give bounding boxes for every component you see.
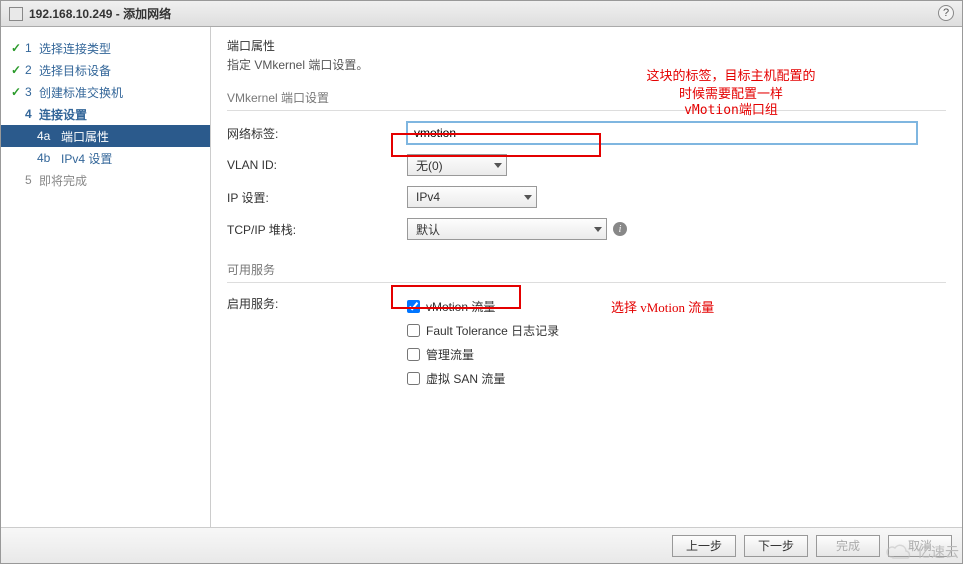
check-icon: ✓ xyxy=(11,41,25,55)
step-5: 5 即将完成 xyxy=(1,169,210,191)
chevron-down-icon xyxy=(494,163,502,168)
group-services: 可用服务 xyxy=(227,257,946,283)
substep-num: 4b xyxy=(37,151,61,165)
titlebar: 192.168.10.249 - 添加网络 ? xyxy=(1,1,962,27)
step-4[interactable]: 4 连接设置 xyxy=(1,103,210,125)
label-enable-services: 启用服务: xyxy=(227,295,407,312)
service-vsan: 虚拟 SAN 流量 xyxy=(407,367,559,389)
footer: 上一步 下一步 完成 取消 xyxy=(1,527,962,563)
step-label: 即将完成 xyxy=(39,172,87,189)
wizard-sidebar: ✓ 1 选择连接类型 ✓ 2 选择目标设备 ✓ 3 创建标准交换机 4 连接设置… xyxy=(1,27,211,527)
next-button[interactable]: 下一步 xyxy=(744,535,808,557)
tcpip-stack-value: 默认 xyxy=(416,221,440,238)
step-label: 选择目标设备 xyxy=(39,62,111,79)
body: ✓ 1 选择连接类型 ✓ 2 选择目标设备 ✓ 3 创建标准交换机 4 连接设置… xyxy=(1,27,962,527)
info-icon[interactable]: i xyxy=(613,222,627,236)
check-icon: ✓ xyxy=(11,63,25,77)
vlan-id-select[interactable]: 无(0) xyxy=(407,154,507,176)
vlan-id-value: 无(0) xyxy=(416,157,443,174)
network-label-input[interactable] xyxy=(407,122,917,144)
window-title: 192.168.10.249 - 添加网络 xyxy=(29,5,171,22)
page-title: 端口属性 xyxy=(227,37,946,54)
finish-button: 完成 xyxy=(816,535,880,557)
step-num: 5 xyxy=(25,173,39,187)
service-ft-checkbox[interactable] xyxy=(407,324,420,337)
step-num: 3 xyxy=(25,85,39,99)
substep-4a[interactable]: 4a 端口属性 xyxy=(1,125,210,147)
service-vmotion-checkbox[interactable] xyxy=(407,300,420,313)
label-vlan-id: VLAN ID: xyxy=(227,158,407,172)
chevron-down-icon xyxy=(594,227,602,232)
step-label: 创建标准交换机 xyxy=(39,84,123,101)
label-tcpip-stack: TCP/IP 堆栈: xyxy=(227,221,407,238)
row-tcpip-stack: TCP/IP 堆栈: 默认 i xyxy=(227,217,946,241)
row-ip-settings: IP 设置: IPv4 xyxy=(227,185,946,209)
check-icon: ✓ xyxy=(11,85,25,99)
host-icon xyxy=(9,7,23,21)
row-services: 启用服务: vMotion 流量 Fault Tolerance 日志记录 管理… xyxy=(227,295,946,391)
page-subtitle: 指定 VMkernel 端口设置。 xyxy=(227,56,946,73)
step-label: 选择连接类型 xyxy=(39,40,111,57)
row-network-label: 网络标签: xyxy=(227,121,946,145)
ip-settings-value: IPv4 xyxy=(416,190,440,204)
service-ft-label: Fault Tolerance 日志记录 xyxy=(426,322,559,339)
services-list: vMotion 流量 Fault Tolerance 日志记录 管理流量 虚拟 … xyxy=(407,295,559,391)
step-num: 1 xyxy=(25,41,39,55)
help-icon[interactable]: ? xyxy=(938,5,954,21)
ip-settings-select[interactable]: IPv4 xyxy=(407,186,537,208)
service-ft: Fault Tolerance 日志记录 xyxy=(407,319,559,341)
label-ip-settings: IP 设置: xyxy=(227,189,407,206)
step-1[interactable]: ✓ 1 选择连接类型 xyxy=(1,37,210,59)
substep-num: 4a xyxy=(37,129,61,143)
tcpip-stack-select[interactable]: 默认 xyxy=(407,218,607,240)
prev-button[interactable]: 上一步 xyxy=(672,535,736,557)
service-mgmt-checkbox[interactable] xyxy=(407,348,420,361)
service-vsan-label: 虚拟 SAN 流量 xyxy=(426,370,505,387)
chevron-down-icon xyxy=(524,195,532,200)
substep-4b[interactable]: 4b IPv4 设置 xyxy=(1,147,210,169)
row-vlan-id: VLAN ID: 无(0) xyxy=(227,153,946,177)
step-2[interactable]: ✓ 2 选择目标设备 xyxy=(1,59,210,81)
label-network-label: 网络标签: xyxy=(227,125,407,142)
main-panel: 端口属性 指定 VMkernel 端口设置。 VMkernel 端口设置 网络标… xyxy=(211,27,962,527)
step-label: 连接设置 xyxy=(39,106,87,123)
step-num: 2 xyxy=(25,63,39,77)
group-vmkernel: VMkernel 端口设置 xyxy=(227,85,946,111)
substep-label: IPv4 设置 xyxy=(61,150,112,167)
service-mgmt-label: 管理流量 xyxy=(426,346,474,363)
step-3[interactable]: ✓ 3 创建标准交换机 xyxy=(1,81,210,103)
service-vsan-checkbox[interactable] xyxy=(407,372,420,385)
cancel-button: 取消 xyxy=(888,535,952,557)
substep-label: 端口属性 xyxy=(61,128,109,145)
service-vmotion: vMotion 流量 xyxy=(407,295,559,317)
service-vmotion-label: vMotion 流量 xyxy=(426,298,495,315)
step-num: 4 xyxy=(25,107,39,121)
service-mgmt: 管理流量 xyxy=(407,343,559,365)
wizard-window: 192.168.10.249 - 添加网络 ? ✓ 1 选择连接类型 ✓ 2 选… xyxy=(0,0,963,564)
